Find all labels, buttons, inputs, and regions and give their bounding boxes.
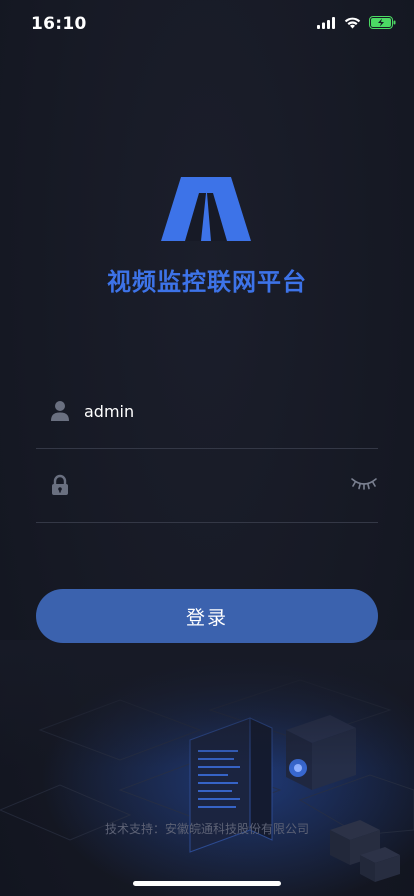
status-icons <box>317 16 396 29</box>
lock-icon <box>52 474 68 495</box>
password-input[interactable] <box>84 466 344 504</box>
username-input[interactable] <box>84 392 344 430</box>
app-title: 视频监控联网平台 <box>107 268 307 296</box>
eye-closed-icon[interactable] <box>350 474 378 492</box>
a-shaped-logo-icon <box>161 177 251 241</box>
status-bar: 16:10 <box>0 0 414 50</box>
footer-support-text: 技术支持：安徽皖通科技股份有限公司 <box>104 822 309 836</box>
home-indicator[interactable] <box>133 881 281 886</box>
battery-charging-icon <box>369 16 396 29</box>
login-screen: 16:10 视频监控联网平台 admin 登录 技术支持：安徽皖通科技股份有限公… <box>0 0 414 896</box>
wifi-icon <box>344 17 361 28</box>
status-time: 16:10 <box>31 14 87 34</box>
username-field-row <box>36 392 378 449</box>
signal-icon <box>317 16 335 29</box>
user-icon <box>51 401 69 421</box>
background-tech-illustration <box>0 640 414 896</box>
login-button[interactable]: 登录 <box>36 589 378 643</box>
password-field-row <box>36 466 378 523</box>
